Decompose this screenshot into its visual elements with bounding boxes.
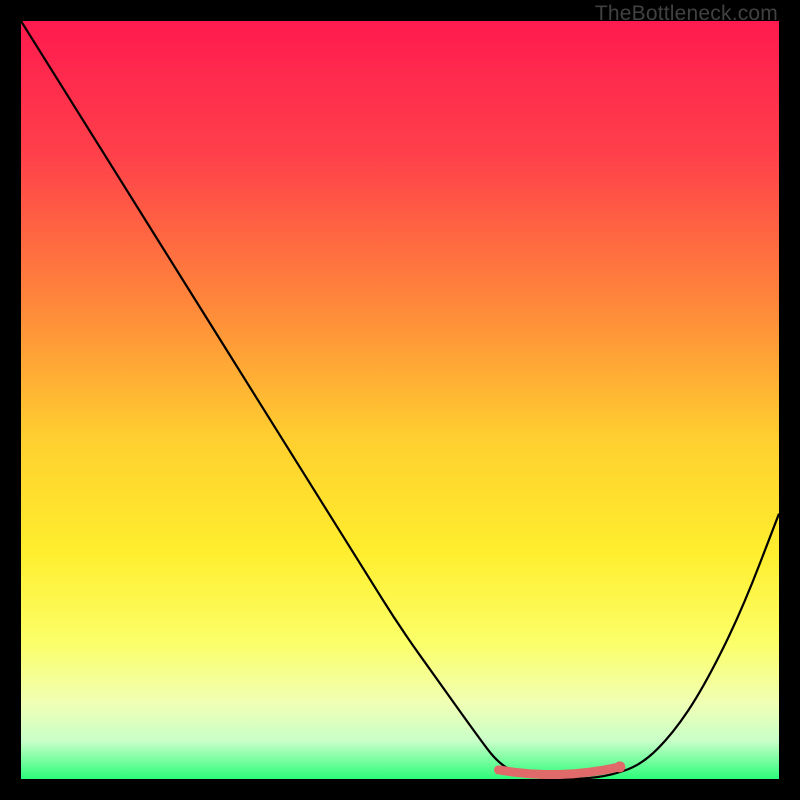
watermark-text: TheBottleneck.com bbox=[595, 2, 778, 26]
chart-curve-layer bbox=[21, 21, 779, 779]
chart-container: TheBottleneck.com bbox=[0, 0, 800, 800]
plot-area bbox=[21, 21, 779, 779]
optimal-marker bbox=[499, 761, 626, 774]
bottleneck-curve bbox=[21, 21, 779, 779]
